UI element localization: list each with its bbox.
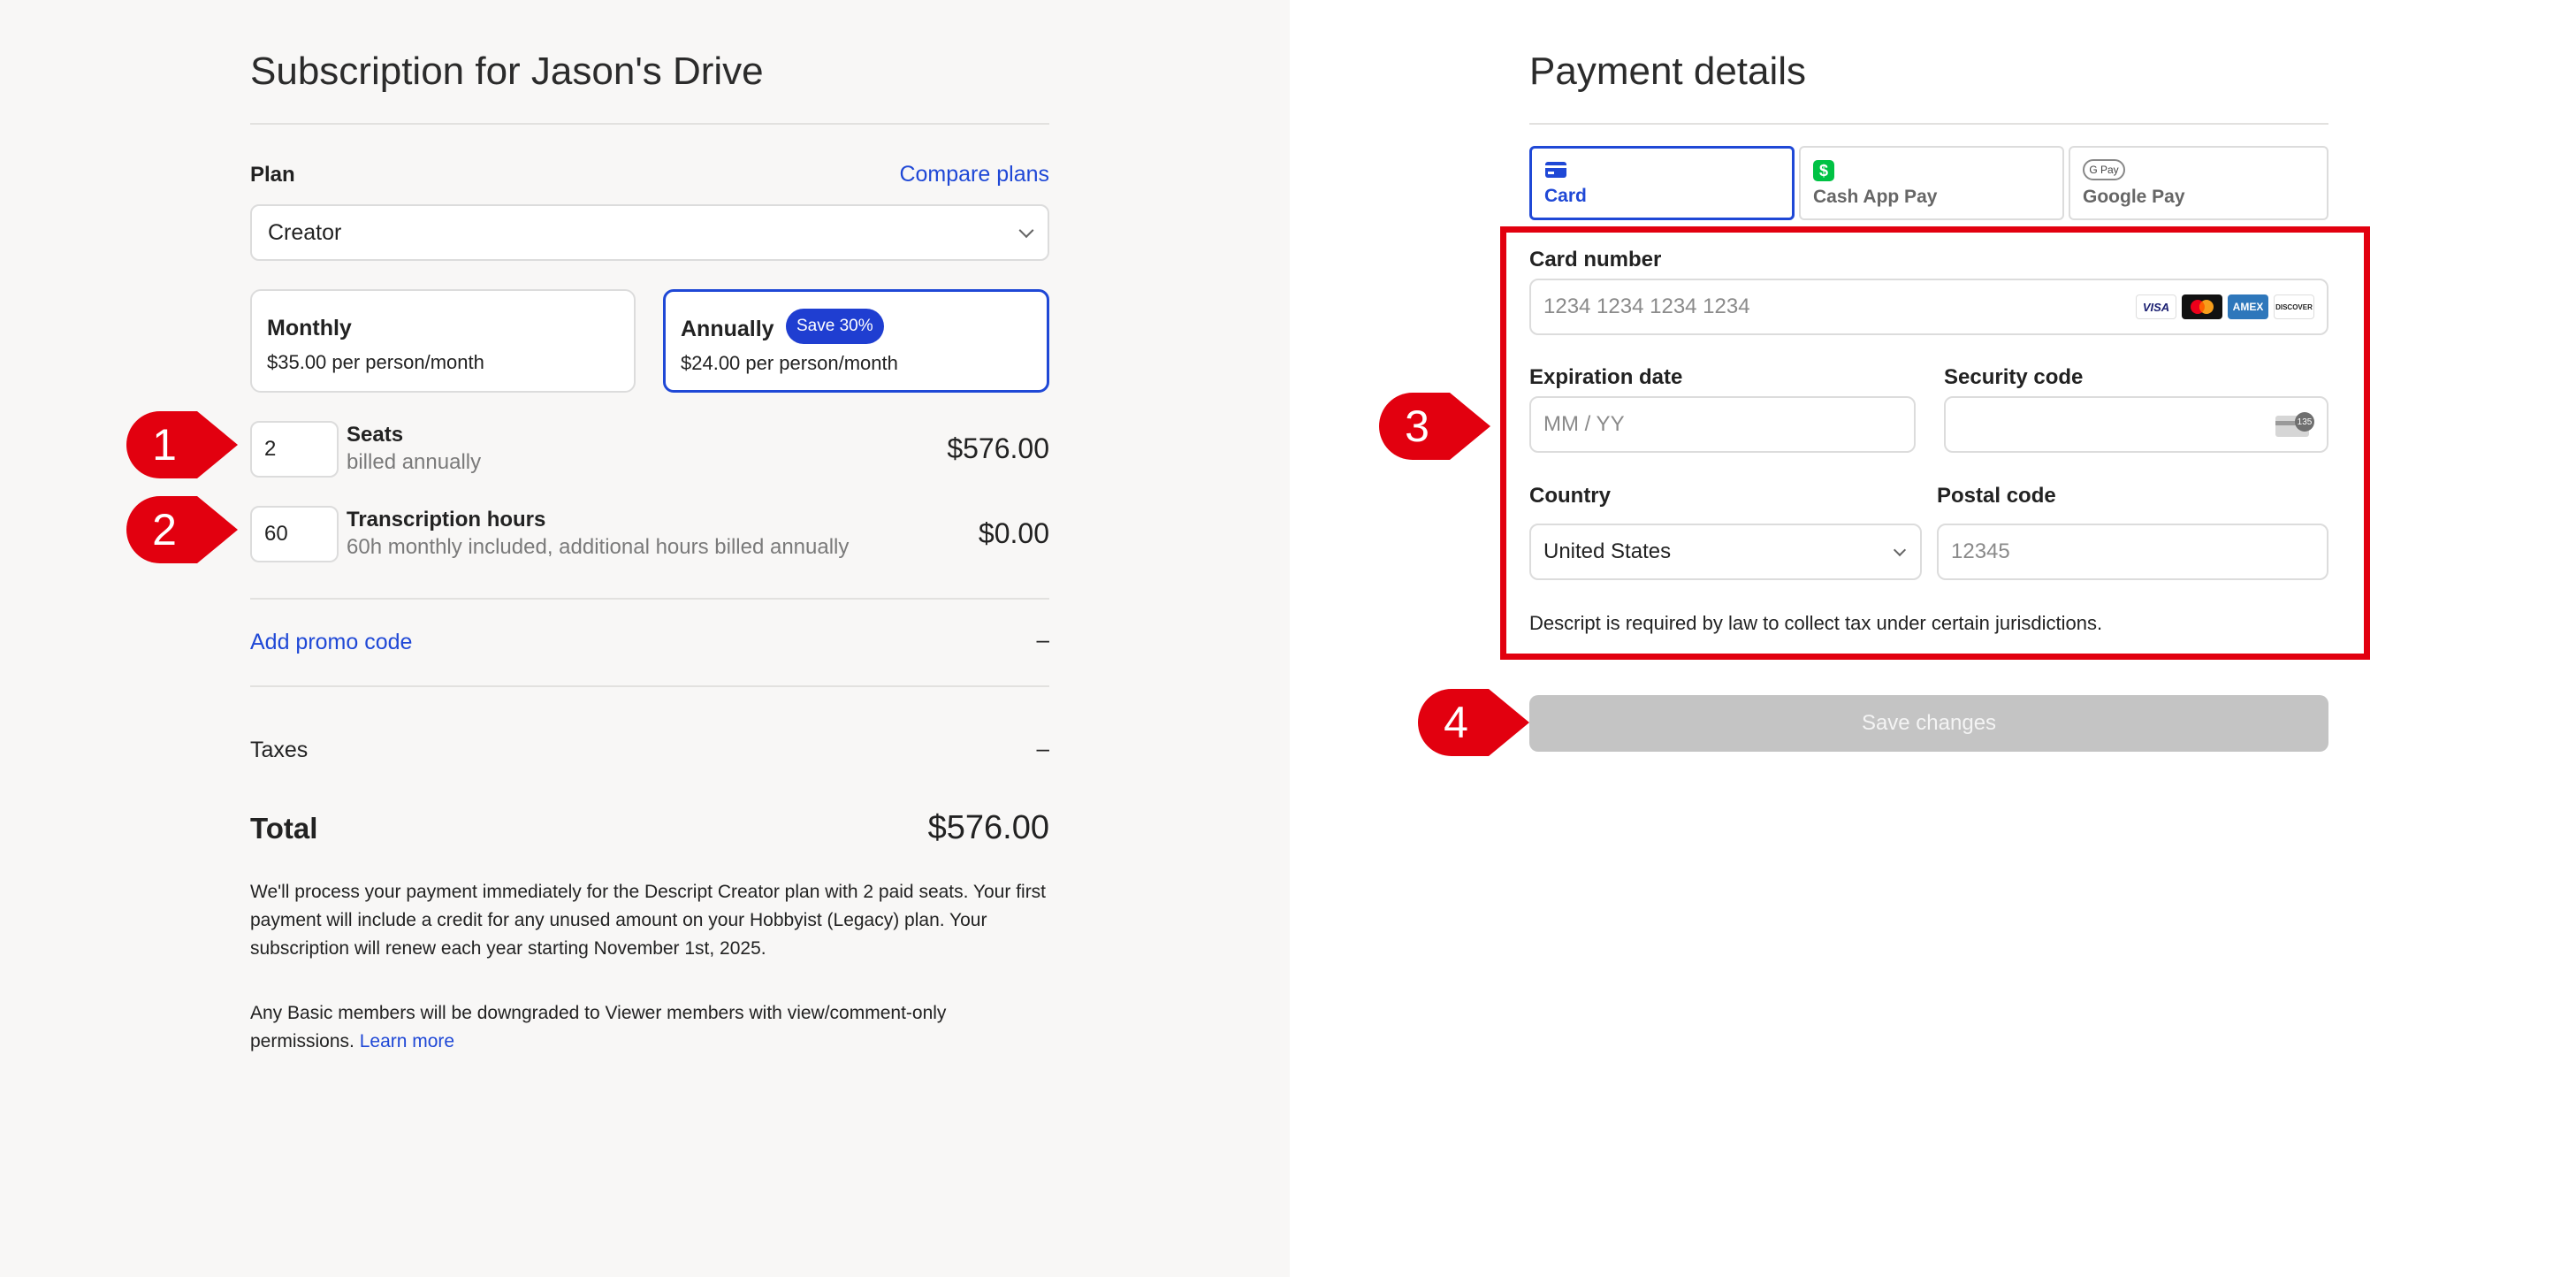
callout-marker: 3 [1377, 391, 1492, 462]
tab-label: Card [1544, 186, 1587, 206]
plan-select-value: Creator [268, 219, 342, 245]
credit-card-icon [1545, 162, 1566, 178]
downgrade-notice-text: Any Basic members will be downgraded to … [250, 1003, 947, 1051]
learn-more-link[interactable]: Learn more [360, 1031, 454, 1051]
seats-price: $576.00 [947, 432, 1049, 464]
divider [250, 685, 1049, 687]
downgrade-notice: Any Basic members will be downgraded to … [250, 999, 1055, 1056]
payment-notice: We'll process your payment immediately f… [250, 882, 1047, 959]
billing-option-price: $35.00 per person/month [267, 351, 484, 373]
billing-option-title: Annually [681, 317, 774, 341]
callout-marker: 4 [1416, 687, 1531, 758]
google-pay-icon: G Pay [2083, 159, 2125, 180]
highlight-box [1500, 226, 2370, 660]
callout-number: 2 [152, 505, 177, 554]
transcription-price: $0.00 [978, 517, 1049, 549]
callout-marker: 1 [125, 409, 240, 480]
callout-number: 3 [1405, 401, 1429, 451]
payment-title: Payment details [1529, 50, 1807, 93]
divider [1529, 123, 2328, 125]
tab-cash-app-pay[interactable]: $ Cash App Pay [1799, 146, 2064, 220]
seats-title: Seats [347, 423, 404, 447]
divider [250, 123, 1049, 125]
callout-number: 4 [1444, 698, 1468, 747]
transcription-subtitle: 60h monthly included, additional hours b… [347, 535, 850, 559]
compare-plans-link[interactable]: Compare plans [899, 162, 1049, 187]
plan-label: Plan [250, 163, 295, 187]
tab-label: Google Pay [2083, 187, 2185, 207]
save-badge: Save 30% [786, 309, 884, 344]
transcription-hours-input[interactable]: 60 [250, 506, 339, 562]
tab-label: Cash App Pay [1813, 187, 1938, 207]
plan-select[interactable]: Creator [250, 204, 1049, 261]
save-changes-button[interactable]: Save changes [1529, 695, 2328, 752]
tab-google-pay[interactable]: G Pay Google Pay [2069, 146, 2328, 220]
taxes-label: Taxes [250, 738, 309, 762]
billing-option-price: $24.00 per person/month [681, 352, 898, 374]
add-promo-code-link[interactable]: Add promo code [250, 630, 412, 655]
transcription-title: Transcription hours [347, 508, 546, 531]
transcription-input-value: 60 [264, 522, 288, 546]
billing-option-annually[interactable]: Annually Save 30% $24.00 per person/mont… [663, 289, 1049, 393]
seats-input[interactable]: 2 [250, 421, 339, 478]
total-value: $576.00 [927, 809, 1049, 846]
billing-option-monthly[interactable]: Monthly $35.00 per person/month [250, 289, 636, 393]
page-title: Subscription for Jason's Drive [250, 50, 764, 93]
chevron-down-icon [1018, 223, 1034, 239]
callout-number: 1 [152, 420, 177, 470]
taxes-value: – [1036, 735, 1049, 761]
divider [250, 598, 1049, 600]
promo-value: – [1036, 626, 1049, 653]
callout-marker: 2 [125, 494, 240, 565]
cash-app-icon: $ [1813, 160, 1834, 181]
seats-input-value: 2 [264, 437, 277, 461]
tab-card[interactable]: Card [1529, 146, 1795, 220]
billing-option-title: Monthly [267, 316, 352, 340]
payment-pane: Payment details Card $ Cash App Pay G Pa… [1290, 0, 2576, 1277]
total-label: Total [250, 812, 318, 845]
subscription-pane: Subscription for Jason's Drive Plan Comp… [0, 0, 1290, 1277]
seats-subtitle: billed annually [347, 450, 482, 474]
